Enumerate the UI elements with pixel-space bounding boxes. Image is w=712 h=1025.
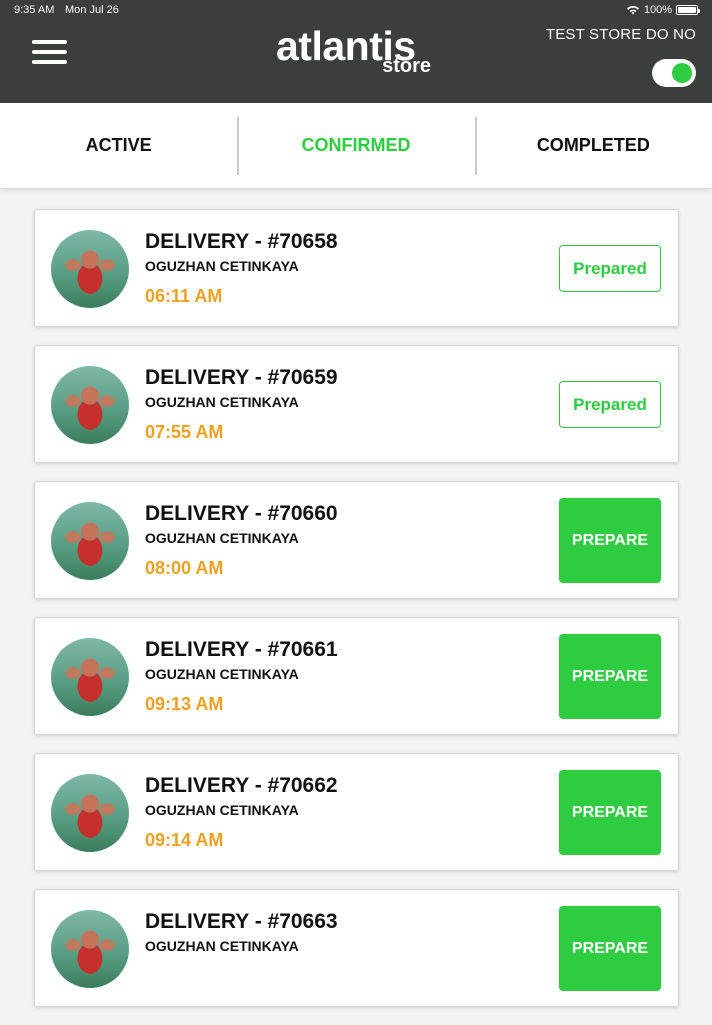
customer-name: OGUZHAN CETINKAYA: [145, 258, 299, 274]
prepare-button[interactable]: PREPARE: [559, 498, 661, 583]
order-title: DELIVERY - #70663: [145, 910, 338, 933]
battery-icon: [676, 5, 700, 15]
prepare-button[interactable]: PREPARE: [559, 770, 661, 855]
order-card[interactable]: DELIVERY - #70661 OGUZHAN CETINKAYA 09:1…: [34, 617, 679, 735]
hamburger-menu-icon[interactable]: [32, 40, 67, 64]
tab-active[interactable]: ACTIVE: [0, 103, 237, 188]
status-date: Mon Jul 26: [65, 4, 119, 16]
order-title: DELIVERY - #70660: [145, 502, 338, 525]
status-bar: 9:35 AM Mon Jul 26 100%: [0, 0, 712, 20]
order-time: 08:00 AM: [145, 558, 224, 578]
prepared-button[interactable]: Prepared: [559, 381, 661, 428]
order-card[interactable]: DELIVERY - #70663 OGUZHAN CETINKAYA PREP…: [34, 889, 679, 1007]
status-time: 9:35 AM: [14, 4, 55, 16]
store-name: TEST STORE DO NO: [545, 26, 696, 43]
toggle-knob: [672, 63, 692, 83]
order-title: DELIVERY - #70658: [145, 230, 338, 253]
customer-avatar: [51, 230, 129, 308]
app-header: 9:35 AM Mon Jul 26 100% atlantis store T…: [0, 0, 712, 103]
prepare-button[interactable]: PREPARE: [559, 634, 661, 719]
customer-name: OGUZHAN CETINKAYA: [145, 802, 299, 818]
customer-name: OGUZHAN CETINKAYA: [145, 394, 299, 410]
tab-completed[interactable]: COMPLETED: [474, 103, 712, 188]
order-list: DELIVERY - #70658 OGUZHAN CETINKAYA 06:1…: [34, 209, 679, 1025]
prepared-button[interactable]: Prepared: [559, 245, 661, 292]
order-card[interactable]: DELIVERY - #70662 OGUZHAN CETINKAYA 09:1…: [34, 753, 679, 871]
order-card[interactable]: DELIVERY - #70659 OGUZHAN CETINKAYA 07:5…: [34, 345, 679, 463]
customer-avatar: [51, 366, 129, 444]
wifi-icon: [626, 6, 639, 15]
customer-name: OGUZHAN CETINKAYA: [145, 938, 299, 954]
order-time: 09:14 AM: [145, 830, 224, 850]
brand-logo: atlantis store: [276, 24, 436, 78]
logo-sub-text: store: [382, 55, 431, 77]
order-card[interactable]: DELIVERY - #70660 OGUZHAN CETINKAYA 08:0…: [34, 481, 679, 599]
customer-avatar: [51, 774, 129, 852]
order-title: DELIVERY - #70659: [145, 366, 338, 389]
customer-name: OGUZHAN CETINKAYA: [145, 666, 299, 682]
customer-avatar: [51, 910, 129, 988]
battery-percent: 100%: [643, 4, 672, 16]
order-time: 06:11 AM: [145, 286, 223, 306]
tab-confirmed[interactable]: CONFIRMED: [237, 103, 474, 188]
order-time: 07:55 AM: [145, 422, 224, 442]
prepare-button[interactable]: PREPARE: [559, 906, 661, 991]
customer-avatar: [51, 638, 129, 716]
order-time: 09:13 AM: [145, 694, 224, 714]
store-open-toggle[interactable]: [652, 59, 696, 87]
customer-avatar: [51, 502, 129, 580]
order-card[interactable]: DELIVERY - #70658 OGUZHAN CETINKAYA 06:1…: [34, 209, 679, 327]
order-title: DELIVERY - #70662: [145, 774, 338, 797]
status-right: 100%: [626, 4, 700, 16]
order-status-tabs: ACTIVE CONFIRMED COMPLETED: [0, 103, 712, 189]
customer-name: OGUZHAN CETINKAYA: [145, 530, 299, 546]
order-title: DELIVERY - #70661: [145, 638, 338, 661]
